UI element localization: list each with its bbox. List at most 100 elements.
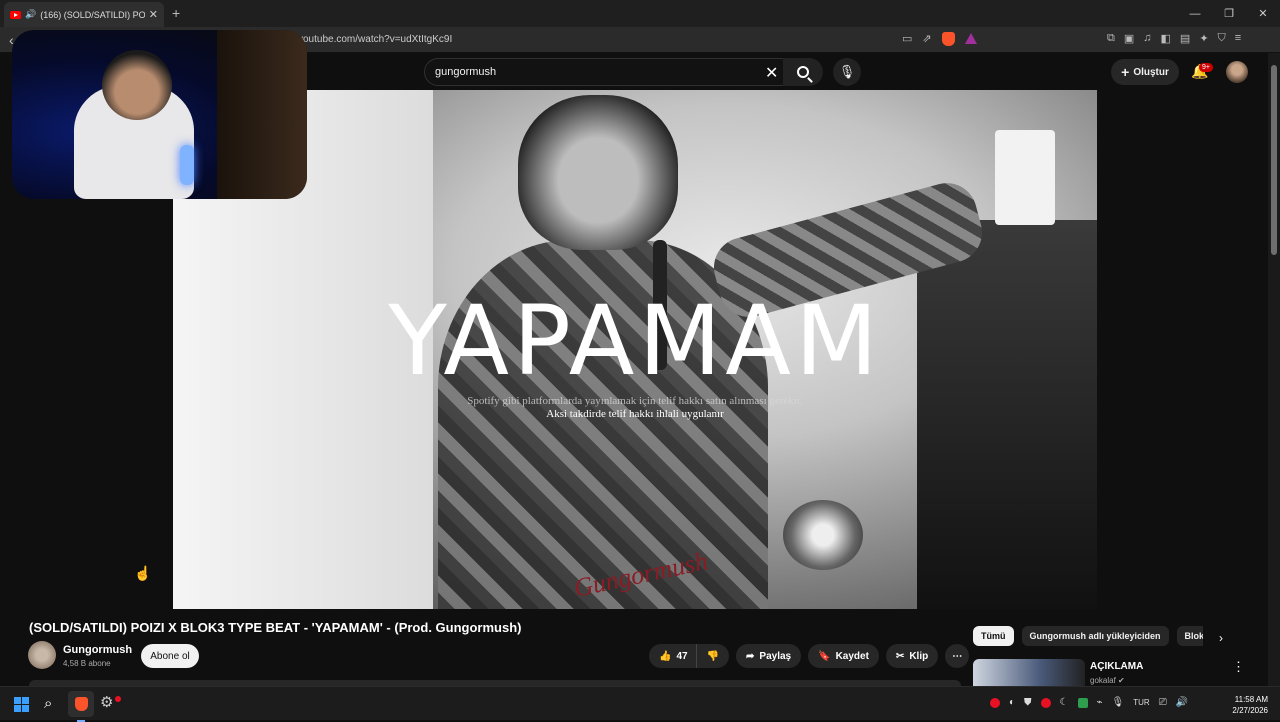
hand-cursor-icon: ☝ bbox=[134, 565, 152, 581]
channel-avatar[interactable] bbox=[28, 641, 56, 669]
related-filter-chips: Tümü Gungormush adlı yükleyiciden Blok3 bbox=[973, 626, 1203, 646]
save-button[interactable]: 🔖 Kaydet bbox=[808, 644, 879, 668]
related-thumbnail[interactable] bbox=[973, 659, 1085, 687]
plus-icon: + bbox=[1121, 64, 1130, 80]
search-button[interactable] bbox=[783, 58, 823, 86]
chevron-right-icon[interactable]: › bbox=[1219, 631, 1223, 645]
system-tray: ◐ ⛊ ☾ ⌁ 🎙 TUR ⎚ 🔊 bbox=[990, 697, 1188, 708]
webcam-overlay bbox=[12, 30, 307, 199]
url-actions: ▭ ⇗ bbox=[902, 32, 977, 46]
create-label: Oluştur bbox=[1133, 66, 1169, 78]
clock-date: 2/27/2026 bbox=[1232, 706, 1268, 715]
chip-uploader[interactable]: Gungormush adlı yükleyiciden bbox=[1021, 626, 1169, 646]
channel-name[interactable]: Gungormush bbox=[63, 644, 132, 656]
tray-nvidia-icon[interactable] bbox=[1077, 697, 1088, 708]
window-controls: — ❐ ✕ bbox=[1178, 0, 1280, 27]
new-tab-button[interactable]: + bbox=[172, 5, 180, 21]
search-box[interactable]: gungormush ✕ bbox=[424, 58, 823, 86]
tray-app-icon[interactable]: ◐ bbox=[1009, 697, 1015, 708]
taskbar-app-icon[interactable]: ⚙ bbox=[100, 693, 113, 711]
sidebar-icon[interactable]: ◧ bbox=[1161, 32, 1171, 45]
clip-button[interactable]: ✂ Klip bbox=[885, 644, 939, 668]
video-actions: 👍 47 👎 ➦ Paylaş 🔖 Kaydet ✂ Klip ⋯ bbox=[649, 644, 970, 668]
like-icon: 👍 bbox=[659, 650, 672, 662]
tray-shield-icon[interactable]: ⛊ bbox=[1024, 697, 1032, 708]
extensions-icon[interactable]: ⧉ bbox=[1107, 32, 1115, 45]
dislike-button[interactable]: 👎 bbox=[695, 644, 730, 668]
chip-all[interactable]: Tümü bbox=[973, 626, 1014, 646]
share-label: Paylaş bbox=[759, 650, 792, 662]
save-label: Kaydet bbox=[835, 650, 869, 662]
clear-search-icon[interactable]: ✕ bbox=[765, 63, 778, 83]
browser-tab-bar: 🔊 (166) (SOLD/SATILDI) POIZI X ✕ + — ❐ ✕ bbox=[0, 0, 1280, 27]
speaker-icon[interactable]: 🔊 bbox=[25, 9, 36, 20]
close-window-button[interactable]: ✕ bbox=[1246, 0, 1280, 27]
video-overlay-title: YAPAMAM bbox=[388, 285, 882, 397]
url-field[interactable]: youtube.com/watch?v=udXtItgKc9I bbox=[298, 34, 452, 45]
share-icon[interactable]: ⇗ bbox=[922, 32, 931, 46]
youtube-icon bbox=[10, 10, 21, 19]
more-icon: ⋯ bbox=[952, 650, 963, 662]
music-icon[interactable]: ♫ bbox=[1143, 32, 1151, 45]
taskbar: ⌕ ⚙ ◐ ⛊ ☾ ⌁ 🎙 TUR ⎚ 🔊 11:58 AM 2/27/2026 bbox=[0, 686, 1280, 722]
taskbar-notification-dot bbox=[115, 696, 121, 702]
tray-usb-icon[interactable]: ⌁ bbox=[1097, 697, 1103, 708]
volume-icon[interactable]: 🔊 bbox=[1176, 697, 1188, 708]
language-indicator[interactable]: TUR bbox=[1133, 698, 1149, 707]
brave-icon bbox=[74, 697, 88, 711]
tray-app-red-icon[interactable] bbox=[990, 697, 1000, 708]
like-button[interactable]: 👍 47 bbox=[649, 644, 696, 668]
screenshot-icon[interactable]: ▣ bbox=[1124, 32, 1134, 45]
webcam-microphone bbox=[180, 145, 194, 185]
share-button[interactable]: ➦ Paylaş bbox=[736, 644, 802, 668]
search-icon bbox=[797, 66, 809, 78]
tray-mic-icon[interactable]: 🎙 bbox=[1112, 697, 1125, 708]
create-button[interactable]: + Oluştur bbox=[1111, 59, 1179, 85]
wallet-icon[interactable]: ▤ bbox=[1180, 32, 1190, 45]
video-caption-line2: Aksi takdirde telif hakkı ihlali uygulan… bbox=[546, 408, 724, 420]
share-arrow-icon: ➦ bbox=[746, 650, 755, 662]
more-actions-button[interactable]: ⋯ bbox=[945, 644, 970, 668]
tab-title: (166) (SOLD/SATILDI) POIZI X bbox=[40, 9, 145, 20]
clock[interactable]: 11:58 AM 2/27/2026 bbox=[1224, 694, 1268, 716]
video-stage-light bbox=[783, 500, 863, 570]
brave-shields-icon[interactable] bbox=[941, 32, 955, 46]
clock-time: 11:58 AM bbox=[1234, 695, 1268, 704]
tab-close-icon[interactable]: ✕ bbox=[149, 8, 158, 21]
taskbar-search-icon[interactable]: ⌕ bbox=[44, 695, 52, 712]
leo-ai-icon[interactable]: ✦ bbox=[1199, 32, 1208, 45]
page-scrollbar[interactable] bbox=[1268, 53, 1280, 686]
browser-tab[interactable]: 🔊 (166) (SOLD/SATILDI) POIZI X ✕ bbox=[4, 2, 164, 27]
video-player[interactable]: YAPAMAM Spotify gibi platformlarda yayın… bbox=[173, 90, 1097, 609]
chip-blok3[interactable]: Blok3 bbox=[1176, 626, 1203, 646]
like-count: 47 bbox=[676, 650, 688, 662]
dislike-icon: 👎 bbox=[706, 650, 720, 662]
windows-icon[interactable] bbox=[14, 697, 29, 712]
clip-label: Klip bbox=[909, 650, 929, 662]
webcam-head bbox=[102, 50, 172, 120]
network-icon[interactable]: ⎚ bbox=[1159, 697, 1167, 708]
bookmark-icon: 🔖 bbox=[818, 650, 831, 662]
video-cup bbox=[995, 130, 1055, 225]
video-title: (SOLD/SATILDI) POIZI X BLOK3 TYPE BEAT -… bbox=[29, 620, 522, 635]
bat-rewards-icon[interactable] bbox=[964, 33, 977, 44]
taskbar-brave[interactable] bbox=[68, 691, 94, 722]
cast-icon[interactable]: ▭ bbox=[902, 32, 912, 46]
subscribe-button[interactable]: Abone ol bbox=[141, 644, 199, 668]
related-channel: gokalaf ✔ bbox=[1090, 676, 1125, 685]
vpn-icon[interactable]: ⛉ bbox=[1218, 32, 1226, 45]
scissors-icon: ✂ bbox=[895, 650, 905, 662]
notification-badge: 9+ bbox=[1199, 63, 1213, 72]
related-more-icon[interactable]: ⋮ bbox=[1232, 659, 1245, 675]
mic-icon[interactable]: 🎙 bbox=[833, 58, 861, 86]
search-input[interactable]: gungormush bbox=[435, 66, 496, 78]
account-avatar[interactable] bbox=[1226, 61, 1248, 83]
menu-icon[interactable]: ≡ bbox=[1235, 32, 1241, 45]
tray-record-icon[interactable] bbox=[1040, 697, 1051, 708]
tray-moon-icon[interactable]: ☾ bbox=[1060, 697, 1069, 708]
restore-button[interactable]: ❐ bbox=[1212, 0, 1246, 27]
scrollbar-thumb[interactable] bbox=[1271, 65, 1277, 255]
minimize-button[interactable]: — bbox=[1178, 0, 1212, 27]
related-title[interactable]: AÇIKLAMA bbox=[1090, 661, 1143, 672]
webcam-shelf bbox=[217, 30, 307, 199]
